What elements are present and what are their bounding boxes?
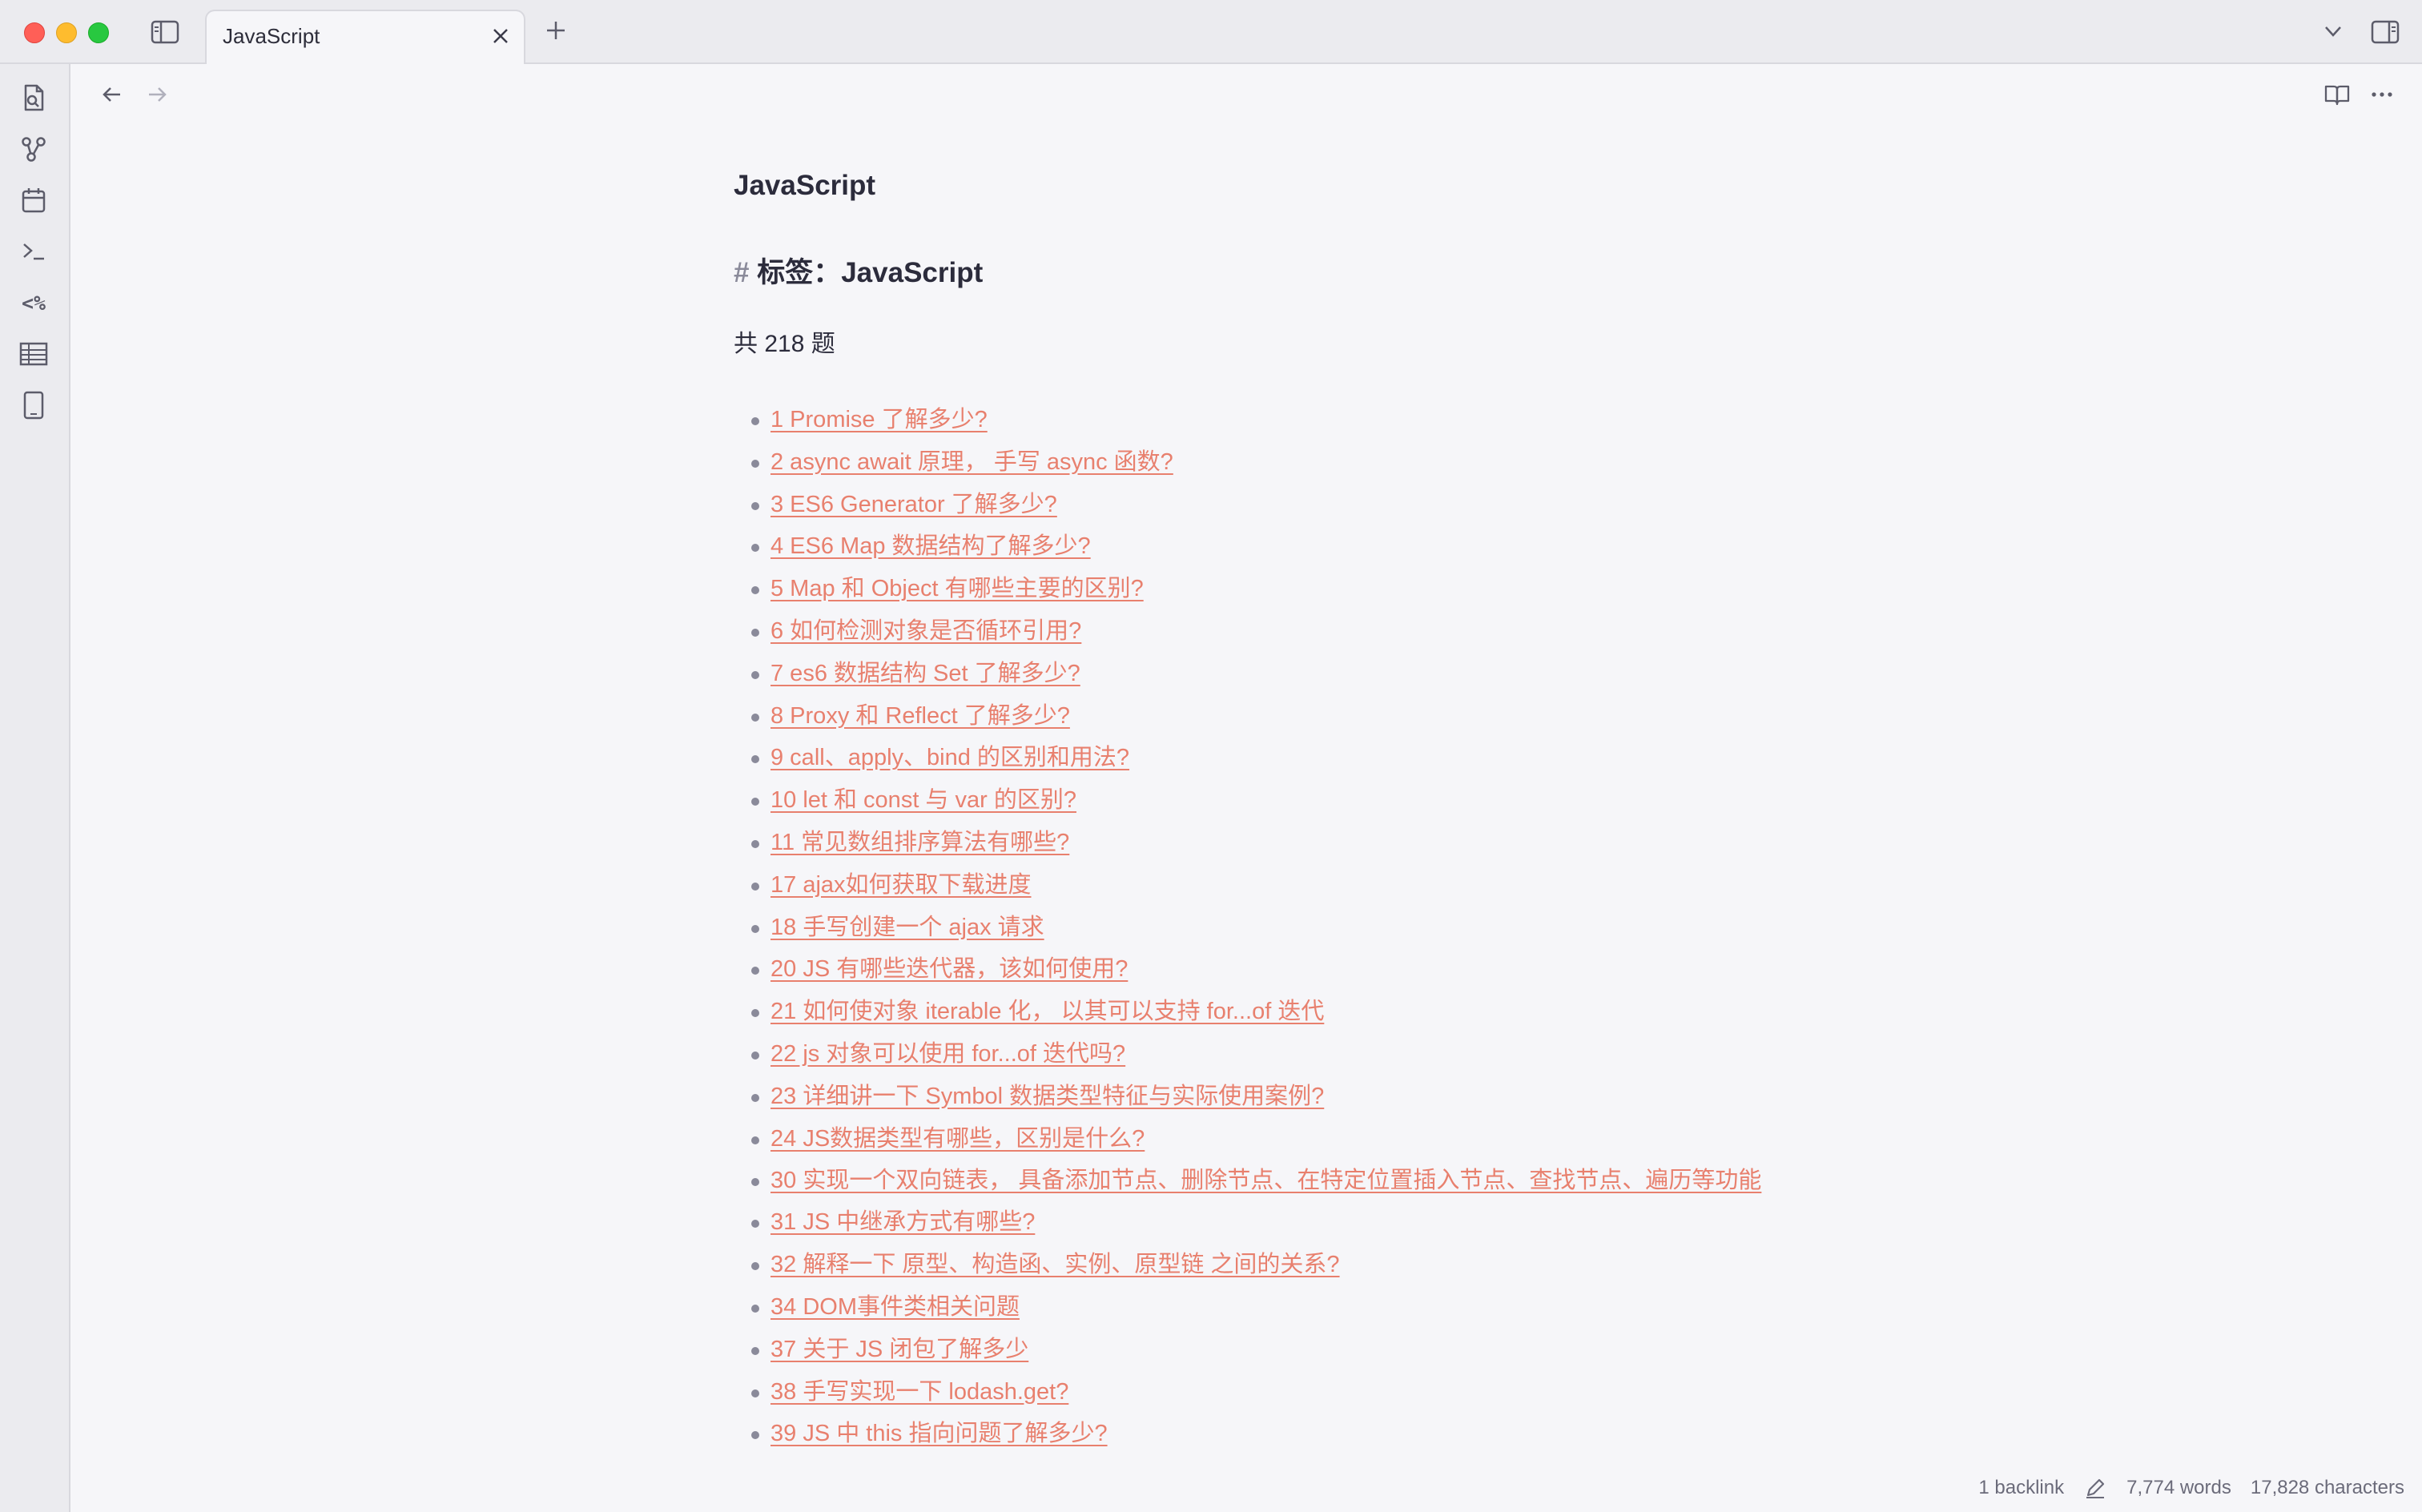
list-item: 7 es6 数据结构 Set 了解多少? [734,653,1775,695]
list-item: 24 JS数据类型有哪些，区别是什么? [734,1118,1775,1160]
graph-icon[interactable] [18,133,50,165]
list-item: 8 Proxy 和 Reflect 了解多少? [734,695,1775,738]
question-link[interactable]: 10 let 和 const 与 var 的区别? [770,787,1076,813]
question-link[interactable]: 5 Map 和 Object 有哪些主要的区别? [770,576,1144,601]
list-item: 2 async await 原理， 手写 async 函数? [734,441,1775,484]
question-link[interactable]: 6 如何检测对象是否循环引用? [770,618,1081,644]
question-link[interactable]: 38 手写实现一下 lodash.get? [770,1379,1068,1405]
list-item: 34 DOM事件类相关问题 [734,1286,1775,1329]
list-item: 21 如何使对象 iterable 化， 以其可以支持 for...of 迭代 [734,991,1775,1033]
tag-heading: # 标签：JavaScript [734,250,1775,298]
question-link[interactable]: 22 js 对象可以使用 for...of 迭代吗? [770,1041,1125,1067]
list-item: 18 手写创建一个 ajax 请求 [734,907,1775,949]
question-link[interactable]: 39 JS 中 this 指向问题了解多少? [770,1421,1108,1446]
list-item: 1 Promise 了解多少? [734,399,1775,441]
note-content: JavaScript # 标签：JavaScript 共 218 题 1 Pro… [734,170,1775,1455]
sidebar-left-icon[interactable] [149,18,181,46]
question-link[interactable]: 34 DOM事件类相关问题 [770,1294,1020,1320]
question-link[interactable]: 18 手写创建一个 ajax 请求 [770,915,1044,940]
list-item: 17 ajax如何获取下载进度 [734,864,1775,907]
question-link[interactable]: 20 JS 有哪些迭代器，该如何使用? [770,956,1128,982]
list-item: 22 js 对象可以使用 for...of 迭代吗? [734,1033,1775,1076]
tablet-icon[interactable] [18,389,50,421]
question-link[interactable]: 21 如何使对象 iterable 化， 以其可以支持 for...of 迭代 [770,999,1324,1024]
terminal-icon[interactable] [18,235,50,267]
list-item: 39 JS 中 this 指向问题了解多少? [734,1413,1775,1455]
question-link[interactable]: 31 JS 中继承方式有哪些? [770,1209,1035,1235]
backlink-count[interactable]: 1 backlink [1978,1477,2064,1499]
tab-title: JavaScript [223,24,320,48]
list-item: 38 手写实现一下 lodash.get? [734,1371,1775,1413]
question-link[interactable]: 3 ES6 Generator 了解多少? [770,492,1057,517]
list-item: 6 如何检测对象是否循环引用? [734,610,1775,653]
question-link[interactable]: 8 Proxy 和 Reflect 了解多少? [770,703,1070,729]
list-item: 10 let 和 const 与 var 的区别? [734,779,1775,822]
question-link[interactable]: 9 call、apply、bind 的区别和用法? [770,745,1129,770]
list-item: 31 JS 中继承方式有哪些? [734,1201,1775,1244]
list-item: 9 call、apply、bind 的区别和用法? [734,737,1775,779]
list-item: 3 ES6 Generator 了解多少? [734,484,1775,526]
word-count: 7,774 words [2126,1477,2231,1498]
tag-heading-text: 标签：JavaScript [757,257,984,288]
question-link[interactable]: 1 Promise 了解多少? [770,407,988,432]
list-item: 11 常见数组排序算法有哪些? [734,822,1775,864]
close-window-button[interactable] [24,22,45,43]
question-link[interactable]: 7 es6 数据结构 Set 了解多少? [770,661,1080,686]
list-item: 5 Map 和 Object 有哪些主要的区别? [734,568,1775,610]
question-link[interactable]: 32 解释一下 原型、构造函、实例、原型链 之间的关系? [770,1252,1340,1277]
question-link[interactable]: 11 常见数组排序算法有哪些? [770,830,1069,855]
list-item: 32 解释一下 原型、构造函、实例、原型链 之间的关系? [734,1244,1775,1286]
character-count: 17,828 characters [2250,1477,2404,1498]
arrow-right-icon[interactable] [143,80,171,109]
sidebar-right-icon[interactable] [2369,18,2401,46]
question-link[interactable]: 17 ajax如何获取下载进度 [770,872,1032,898]
more-options-icon[interactable] [2368,80,2396,109]
tab-javascript[interactable]: JavaScript [205,10,525,64]
status-bar: 1 backlink 7,774 words 17,828 characters [1978,1470,2404,1506]
list-item: 4 ES6 Map 数据结构了解多少? [734,525,1775,568]
calendar-icon[interactable] [18,184,50,216]
question-link[interactable]: 37 关于 JS 闭包了解多少 [770,1337,1028,1362]
templater-icon[interactable]: <% [18,287,50,319]
note-title: JavaScript [734,170,876,201]
arrow-left-icon[interactable] [98,80,127,109]
list-item: 20 JS 有哪些迭代器，该如何使用? [734,948,1775,991]
question-link[interactable]: 4 ES6 Map 数据结构了解多少? [770,533,1091,559]
file-search-icon[interactable] [18,82,50,114]
table-icon[interactable] [18,338,50,370]
close-tab-icon[interactable] [489,24,513,48]
question-link[interactable]: 24 JS数据类型有哪些，区别是什么? [770,1126,1145,1152]
list-item: 37 关于 JS 闭包了解多少 [734,1329,1775,1371]
left-ribbon: <% [0,64,70,1512]
title-bar: JavaScript [0,0,2422,64]
heading-hash: # [734,257,750,288]
question-link[interactable]: 30 实现一个双向链表， 具备添加节点、删除节点、在特定位置插入节点、查找节点、… [770,1160,1764,1201]
question-link[interactable]: 2 async await 原理， 手写 async 函数? [770,449,1173,475]
question-list: 1 Promise 了解多少? 2 async await 原理， 手写 asy… [734,399,1775,1455]
pencil-icon[interactable] [2083,1476,2107,1500]
list-item: 30 实现一个双向链表， 具备添加节点、删除节点、在特定位置插入节点、查找节点、… [734,1160,1775,1201]
plus-icon[interactable] [543,18,569,43]
minimize-window-button[interactable] [56,22,77,43]
question-count: 共 218 题 [734,331,835,357]
maximize-window-button[interactable] [88,22,109,43]
book-open-icon[interactable] [2323,80,2352,109]
question-link[interactable]: 23 详细讲一下 Symbol 数据类型特征与实际使用案例? [770,1084,1324,1109]
list-item: 23 详细讲一下 Symbol 数据类型特征与实际使用案例? [734,1076,1775,1118]
chevron-down-icon[interactable] [2321,19,2345,43]
